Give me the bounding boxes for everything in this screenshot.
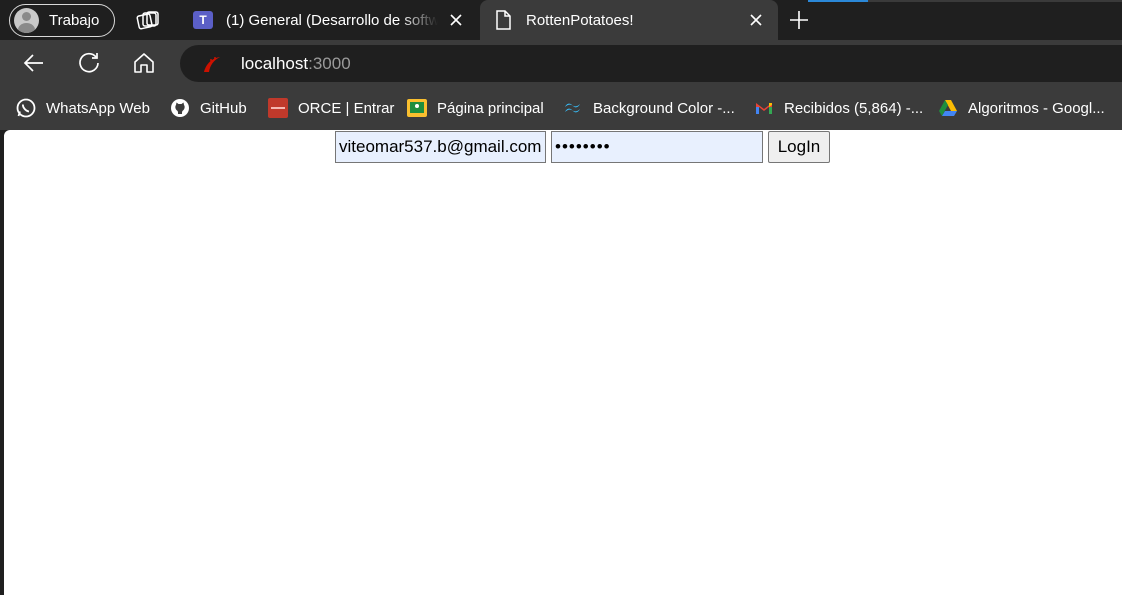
rails-icon — [204, 56, 220, 72]
new-tab-icon[interactable] — [787, 8, 811, 32]
bookmark-classroom[interactable]: Página principal — [407, 97, 544, 119]
workspaces-icon[interactable] — [136, 9, 160, 31]
tab-title: RottenPotatoes! — [526, 11, 634, 29]
bookmark-label: WhatsApp Web — [46, 99, 150, 117]
whatsapp-icon — [16, 98, 36, 118]
github-icon — [171, 99, 189, 117]
avatar-icon — [14, 8, 39, 33]
teams-icon: T — [192, 9, 214, 31]
url-text: localhost:3000 — [241, 54, 351, 74]
bookmark-label: ORCE | Entrar — [298, 99, 395, 117]
close-icon[interactable] — [446, 10, 466, 30]
window-accent-track — [868, 0, 1122, 2]
tab-title: (1) General (Desarrollo de software) — [226, 11, 438, 29]
bookmark-label: GitHub — [200, 99, 247, 117]
page-icon — [496, 10, 511, 30]
bookmark-label: Algoritmos - Googl... — [968, 99, 1105, 117]
bookmark-orce[interactable]: ORCE | Entrar — [268, 97, 394, 119]
tailwind-icon — [565, 103, 580, 113]
url-port: :3000 — [308, 53, 351, 73]
back-arrow-icon[interactable] — [22, 51, 46, 75]
bookmark-label: Recibidos (5,864) -... — [784, 99, 924, 117]
tab-strip: Trabajo T (1) General (Desarrollo de sof… — [0, 0, 1122, 40]
profile-label: Trabajo — [49, 12, 100, 29]
bookmark-label: Background Color -... — [593, 99, 735, 117]
tab-teams[interactable]: T (1) General (Desarrollo de software) — [180, 0, 478, 40]
classroom-icon — [407, 98, 427, 118]
reload-icon[interactable] — [77, 51, 101, 75]
password-field[interactable] — [551, 130, 763, 163]
drive-icon — [939, 100, 957, 116]
profile-button[interactable]: Trabajo — [9, 4, 115, 37]
close-icon[interactable] — [746, 10, 766, 30]
email-field[interactable] — [335, 130, 546, 163]
bookmark-whatsapp[interactable]: WhatsApp Web — [16, 97, 150, 119]
navigation-toolbar: localhost:3000 — [0, 40, 1122, 86]
bookmark-label: Página principal — [437, 99, 544, 117]
gmail-icon — [756, 103, 772, 114]
bookmarks-bar: WhatsApp Web GitHub ORCE | Entrar Página… — [0, 86, 1122, 130]
bookmark-tailwind[interactable]: Background Color -... — [563, 97, 735, 119]
window-accent — [808, 0, 868, 2]
bookmark-github[interactable]: GitHub — [170, 97, 247, 119]
bookmark-drive[interactable]: Algoritmos - Googl... — [938, 97, 1105, 119]
orce-icon — [268, 98, 288, 118]
address-bar[interactable]: localhost:3000 — [180, 45, 1122, 82]
page-content: LogIn — [4, 130, 1122, 595]
url-host: localhost — [241, 53, 309, 73]
login-form: LogIn — [335, 130, 830, 163]
tab-rottenpotatoes[interactable]: RottenPotatoes! — [480, 0, 778, 40]
bookmark-gmail[interactable]: Recibidos (5,864) -... — [754, 97, 923, 119]
home-icon[interactable] — [132, 51, 156, 75]
login-button[interactable]: LogIn — [768, 130, 830, 163]
